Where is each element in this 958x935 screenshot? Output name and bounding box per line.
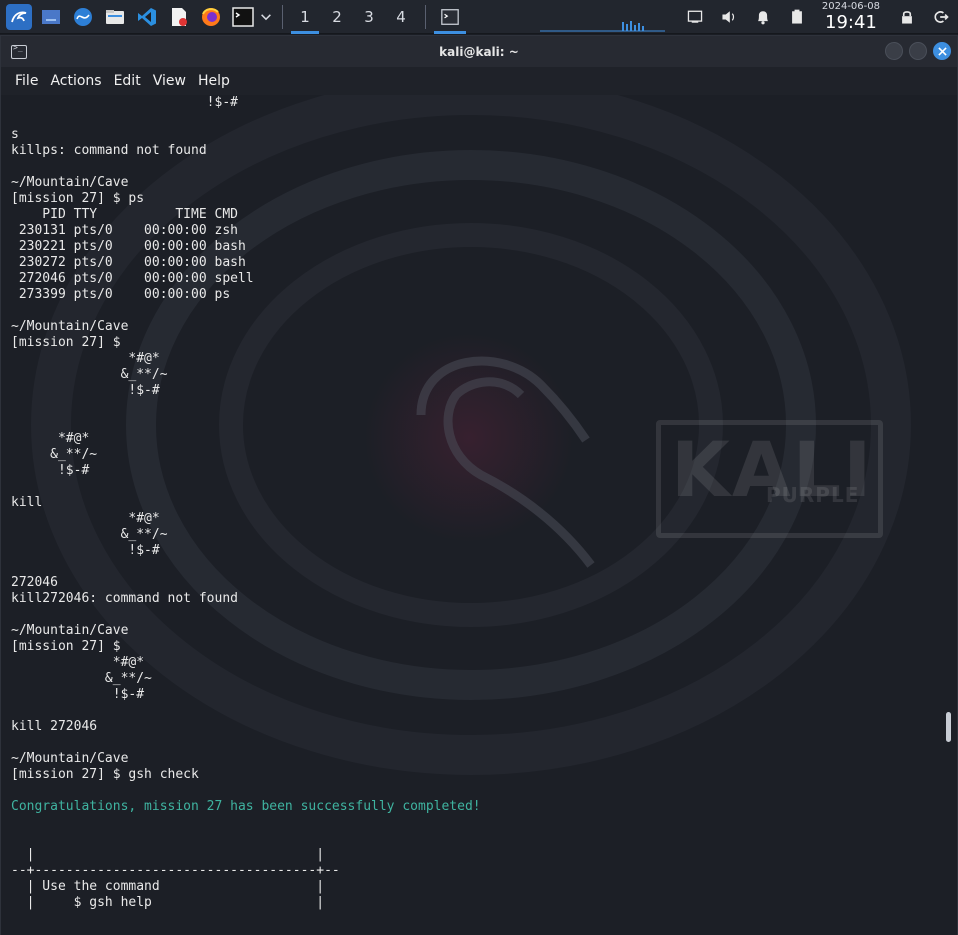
menu-edit[interactable]: Edit — [108, 67, 147, 95]
terminal-line: | Use the command | — [11, 879, 325, 894]
menu-view[interactable]: View — [147, 67, 192, 95]
clock-time: 19:41 — [825, 12, 877, 33]
terminal-line: 272046 pts/0 00:00:00 spell — [11, 271, 254, 286]
terminal-line: ~/Mountain/Cave — [11, 175, 129, 190]
terminal-line: 230131 pts/0 00:00:00 zsh — [11, 223, 238, 238]
terminal-line: 230221 pts/0 00:00:00 bash — [11, 239, 246, 254]
menu-file[interactable]: File — [9, 67, 44, 95]
workspace-1[interactable]: 1 — [289, 0, 321, 34]
network-icon[interactable] — [684, 6, 706, 28]
terminal-line: *#@* — [11, 655, 145, 670]
taskbar-divider — [425, 4, 426, 29]
show-desktop-icon[interactable] — [38, 4, 64, 30]
terminal-line: kill 272046 — [11, 719, 98, 734]
terminal-line: *#@* — [11, 511, 160, 526]
notifications-bell-icon[interactable] — [752, 6, 774, 28]
terminal-line: 272046 — [11, 575, 58, 590]
clock[interactable]: 2024-06-08 19:41 — [822, 2, 880, 32]
terminal-line: &_**/~ — [11, 671, 152, 686]
network-activity-graph — [540, 21, 665, 32]
menu-actions[interactable]: Actions — [44, 67, 107, 95]
taskbar-divider — [282, 4, 283, 29]
chevron-down-icon[interactable] — [258, 4, 274, 30]
terminal-line: *#@* — [11, 351, 160, 366]
terminal-line: 273399 pts/0 00:00:00 ps — [11, 287, 231, 302]
volume-icon[interactable] — [718, 6, 740, 28]
workspace-3[interactable]: 3 — [353, 0, 385, 34]
terminal-line: | $ gsh help | — [11, 895, 325, 910]
terminal-line: ~/Mountain/Cave — [11, 751, 129, 766]
close-icon — [937, 46, 947, 56]
terminal-line: !$-# — [11, 463, 90, 478]
terminal-line: [mission 27] $ — [11, 639, 121, 654]
vscode-icon[interactable] — [134, 4, 160, 30]
terminal-scrollbar[interactable] — [946, 712, 951, 742]
terminal-launcher-icon[interactable] — [230, 4, 256, 30]
terminal-line: s — [11, 127, 19, 142]
terminal-line: PID TTY TIME CMD — [11, 207, 238, 222]
terminal-line: &_**/~ — [11, 367, 168, 382]
menu-bar: File Actions Edit View Help — [1, 67, 957, 95]
clipboard-icon[interactable] — [786, 6, 808, 28]
terminal-line: kill — [11, 495, 43, 510]
top-panel: 1 2 3 4 2024-06-08 19:41 — [0, 0, 958, 34]
terminal-line: !$-# — [11, 95, 238, 110]
window-titlebar[interactable]: kali@kali: ~ — [1, 36, 957, 67]
terminal-line: --+------------------------------------+… — [11, 863, 340, 878]
terminal-line: ~/Mountain/Cave — [11, 319, 129, 334]
maximize-button[interactable] — [909, 42, 927, 60]
network-app-icon[interactable] — [70, 4, 96, 30]
terminal-line: kill272046: command not found — [11, 591, 238, 606]
system-tray: 2024-06-08 19:41 — [678, 0, 958, 34]
window-title: kali@kali: ~ — [439, 44, 519, 59]
terminal-line: !$-# — [11, 383, 160, 398]
terminal-line: killps: command not found — [11, 143, 207, 158]
terminal-line: 230272 pts/0 00:00:00 bash — [11, 255, 246, 270]
terminal-line: !$-# — [11, 687, 145, 702]
text-editor-icon[interactable] — [166, 4, 192, 30]
terminal-line: *#@* — [11, 431, 90, 446]
terminal-line: ~/Mountain/Cave — [11, 623, 129, 638]
terminal-line: Congratulations, mission 27 has been suc… — [11, 799, 481, 814]
file-manager-icon[interactable] — [102, 4, 128, 30]
terminal-line: [mission 27] $ ps — [11, 191, 145, 206]
minimize-button[interactable] — [885, 42, 903, 60]
lock-screen-icon[interactable] — [896, 6, 918, 28]
terminal-line: &_**/~ — [11, 447, 98, 462]
terminal-app-icon[interactable] — [11, 43, 27, 59]
terminal-output[interactable]: KALI PURPLE !$-# s killps: command not fou… — [1, 95, 957, 935]
terminal-line: [mission 27] $ — [11, 335, 121, 350]
terminal-window: kali@kali: ~ File Actions Edit View Help — [0, 35, 958, 935]
close-button[interactable] — [933, 42, 951, 60]
terminal-line: !$-# — [11, 543, 160, 558]
terminal-line: | | — [11, 847, 325, 862]
terminal-text: !$-# s killps: command not found ~/Mountain… — [1, 95, 957, 911]
kali-menu-icon[interactable] — [6, 3, 32, 30]
logout-icon[interactable] — [930, 6, 952, 28]
terminal-icon — [441, 8, 459, 25]
firefox-icon[interactable] — [198, 4, 224, 30]
clock-date: 2024-06-08 — [821, 1, 880, 12]
terminal-task-button[interactable] — [432, 0, 468, 34]
workspace-2[interactable]: 2 — [321, 0, 353, 34]
terminal-line: [mission 27] $ gsh check — [11, 767, 199, 782]
workspace-4[interactable]: 4 — [385, 0, 417, 34]
terminal-line: &_**/~ — [11, 527, 168, 542]
menu-help[interactable]: Help — [192, 67, 236, 95]
